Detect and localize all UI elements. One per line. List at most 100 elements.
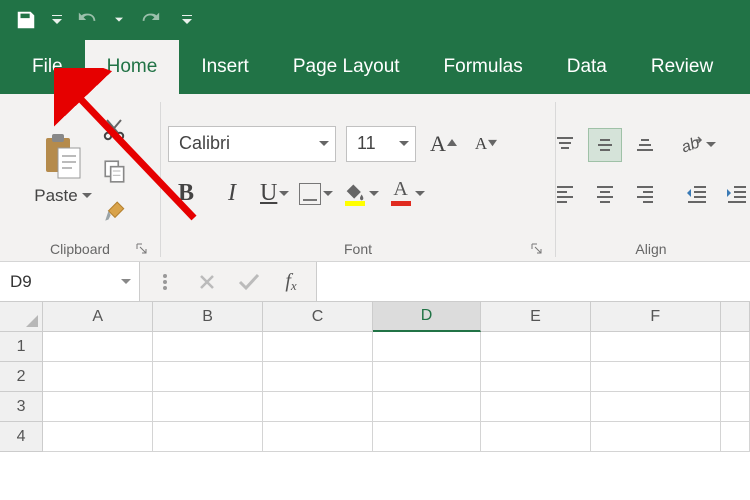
tab-insert[interactable]: Insert — [179, 40, 271, 94]
row-header[interactable]: 4 — [0, 422, 43, 452]
column-header[interactable]: C — [263, 302, 373, 332]
column-header[interactable]: B — [153, 302, 263, 332]
name-box[interactable]: D9 — [0, 262, 140, 301]
increase-font-size-button[interactable]: A — [426, 126, 461, 162]
copy-icon — [102, 158, 128, 184]
formula-input[interactable] — [317, 262, 750, 301]
align-right-button[interactable] — [628, 176, 662, 210]
tab-review[interactable]: Review — [629, 40, 735, 94]
cell[interactable] — [153, 422, 263, 452]
cell[interactable] — [721, 362, 750, 392]
align-center-button[interactable] — [588, 176, 622, 210]
align-middle-button[interactable] — [588, 128, 622, 162]
cell[interactable] — [373, 392, 481, 422]
chevron-down-icon — [415, 189, 425, 199]
decrease-font-size-button[interactable]: A — [471, 126, 501, 162]
cell[interactable] — [591, 362, 721, 392]
enter-formula-button[interactable] — [228, 262, 270, 301]
redo-icon[interactable] — [132, 6, 168, 34]
cell[interactable] — [591, 392, 721, 422]
paste-button[interactable]: Paste — [32, 128, 93, 210]
cell[interactable] — [481, 422, 591, 452]
underline-button[interactable]: U — [260, 176, 289, 212]
font-color-button[interactable]: A — [389, 176, 425, 212]
cell[interactable] — [43, 392, 153, 422]
borders-button[interactable] — [299, 176, 333, 212]
cell[interactable] — [481, 392, 591, 422]
cell[interactable] — [721, 332, 750, 362]
decrease-indent-button[interactable] — [680, 177, 714, 211]
undo-dropdown-icon[interactable] — [112, 6, 126, 34]
cell[interactable] — [153, 332, 263, 362]
font-color-icon: A — [389, 182, 413, 206]
cell[interactable] — [43, 332, 153, 362]
chevron-down-icon — [121, 277, 131, 287]
select-all-corner[interactable] — [0, 302, 43, 332]
fill-color-button[interactable] — [343, 176, 379, 212]
orientation-button[interactable]: ab — [680, 127, 750, 163]
cell[interactable] — [263, 362, 373, 392]
increase-indent-icon — [726, 184, 748, 204]
increase-indent-button[interactable] — [720, 177, 750, 211]
cell[interactable] — [373, 362, 481, 392]
tab-home[interactable]: Home — [85, 40, 180, 94]
cell[interactable] — [721, 422, 750, 452]
tab-page-layout[interactable]: Page Layout — [271, 40, 422, 94]
qat-customize-icon[interactable] — [50, 6, 64, 34]
format-painter-button[interactable] — [102, 200, 128, 226]
dialog-launcher-icon[interactable] — [531, 243, 543, 255]
cut-button[interactable] — [102, 118, 128, 142]
border-bottom-icon — [299, 183, 321, 205]
cell[interactable] — [373, 332, 481, 362]
font-size-combo[interactable]: 11 — [346, 126, 416, 162]
paint-bucket-icon — [343, 182, 367, 206]
undo-icon[interactable] — [70, 6, 106, 34]
align-bottom-button[interactable] — [628, 128, 662, 162]
tab-data[interactable]: Data — [545, 40, 629, 94]
cell[interactable] — [153, 362, 263, 392]
dialog-launcher-icon[interactable] — [136, 243, 148, 255]
row-header[interactable]: 1 — [0, 332, 43, 362]
align-left-button[interactable] — [548, 176, 582, 210]
cell[interactable] — [263, 422, 373, 452]
cell[interactable] — [43, 422, 153, 452]
grid-row: 1 — [0, 332, 750, 362]
column-header[interactable]: A — [43, 302, 153, 332]
tab-formulas[interactable]: Formulas — [422, 40, 545, 94]
cancel-formula-button[interactable] — [186, 262, 228, 301]
column-header[interactable]: F — [591, 302, 721, 332]
column-header[interactable] — [721, 302, 750, 332]
bold-button[interactable]: B — [168, 176, 204, 212]
cell[interactable] — [481, 332, 591, 362]
column-header[interactable]: E — [481, 302, 591, 332]
cell[interactable] — [373, 422, 481, 452]
chevron-down-icon — [399, 139, 409, 149]
ribbon: Paste — [0, 94, 750, 262]
row-header[interactable]: 3 — [0, 392, 43, 422]
cell[interactable] — [591, 332, 721, 362]
cell[interactable] — [153, 392, 263, 422]
spreadsheet-grid: ABCDEF 1234 — [0, 302, 750, 452]
cell[interactable] — [721, 392, 750, 422]
copy-button[interactable] — [102, 158, 128, 184]
cell[interactable] — [591, 422, 721, 452]
cell[interactable] — [43, 362, 153, 392]
insert-function-button[interactable]: fx — [270, 262, 312, 301]
group-alignment-label: Align — [635, 241, 666, 257]
cell[interactable] — [263, 392, 373, 422]
caret-down-icon — [488, 139, 497, 148]
save-icon[interactable] — [8, 6, 44, 34]
column-header[interactable]: D — [373, 302, 481, 332]
chevron-down-icon — [82, 191, 92, 201]
cell[interactable] — [481, 362, 591, 392]
tab-file[interactable]: File — [10, 40, 85, 94]
font-name-combo[interactable]: Calibri — [168, 126, 336, 162]
cell[interactable] — [263, 332, 373, 362]
qat-more-icon[interactable] — [180, 6, 194, 34]
align-top-button[interactable] — [548, 128, 582, 162]
group-clipboard-label: Clipboard — [50, 241, 110, 257]
formula-bar-handle-icon[interactable] — [144, 262, 186, 301]
grid-row: 2 — [0, 362, 750, 392]
italic-button[interactable]: I — [214, 176, 250, 212]
row-header[interactable]: 2 — [0, 362, 43, 392]
